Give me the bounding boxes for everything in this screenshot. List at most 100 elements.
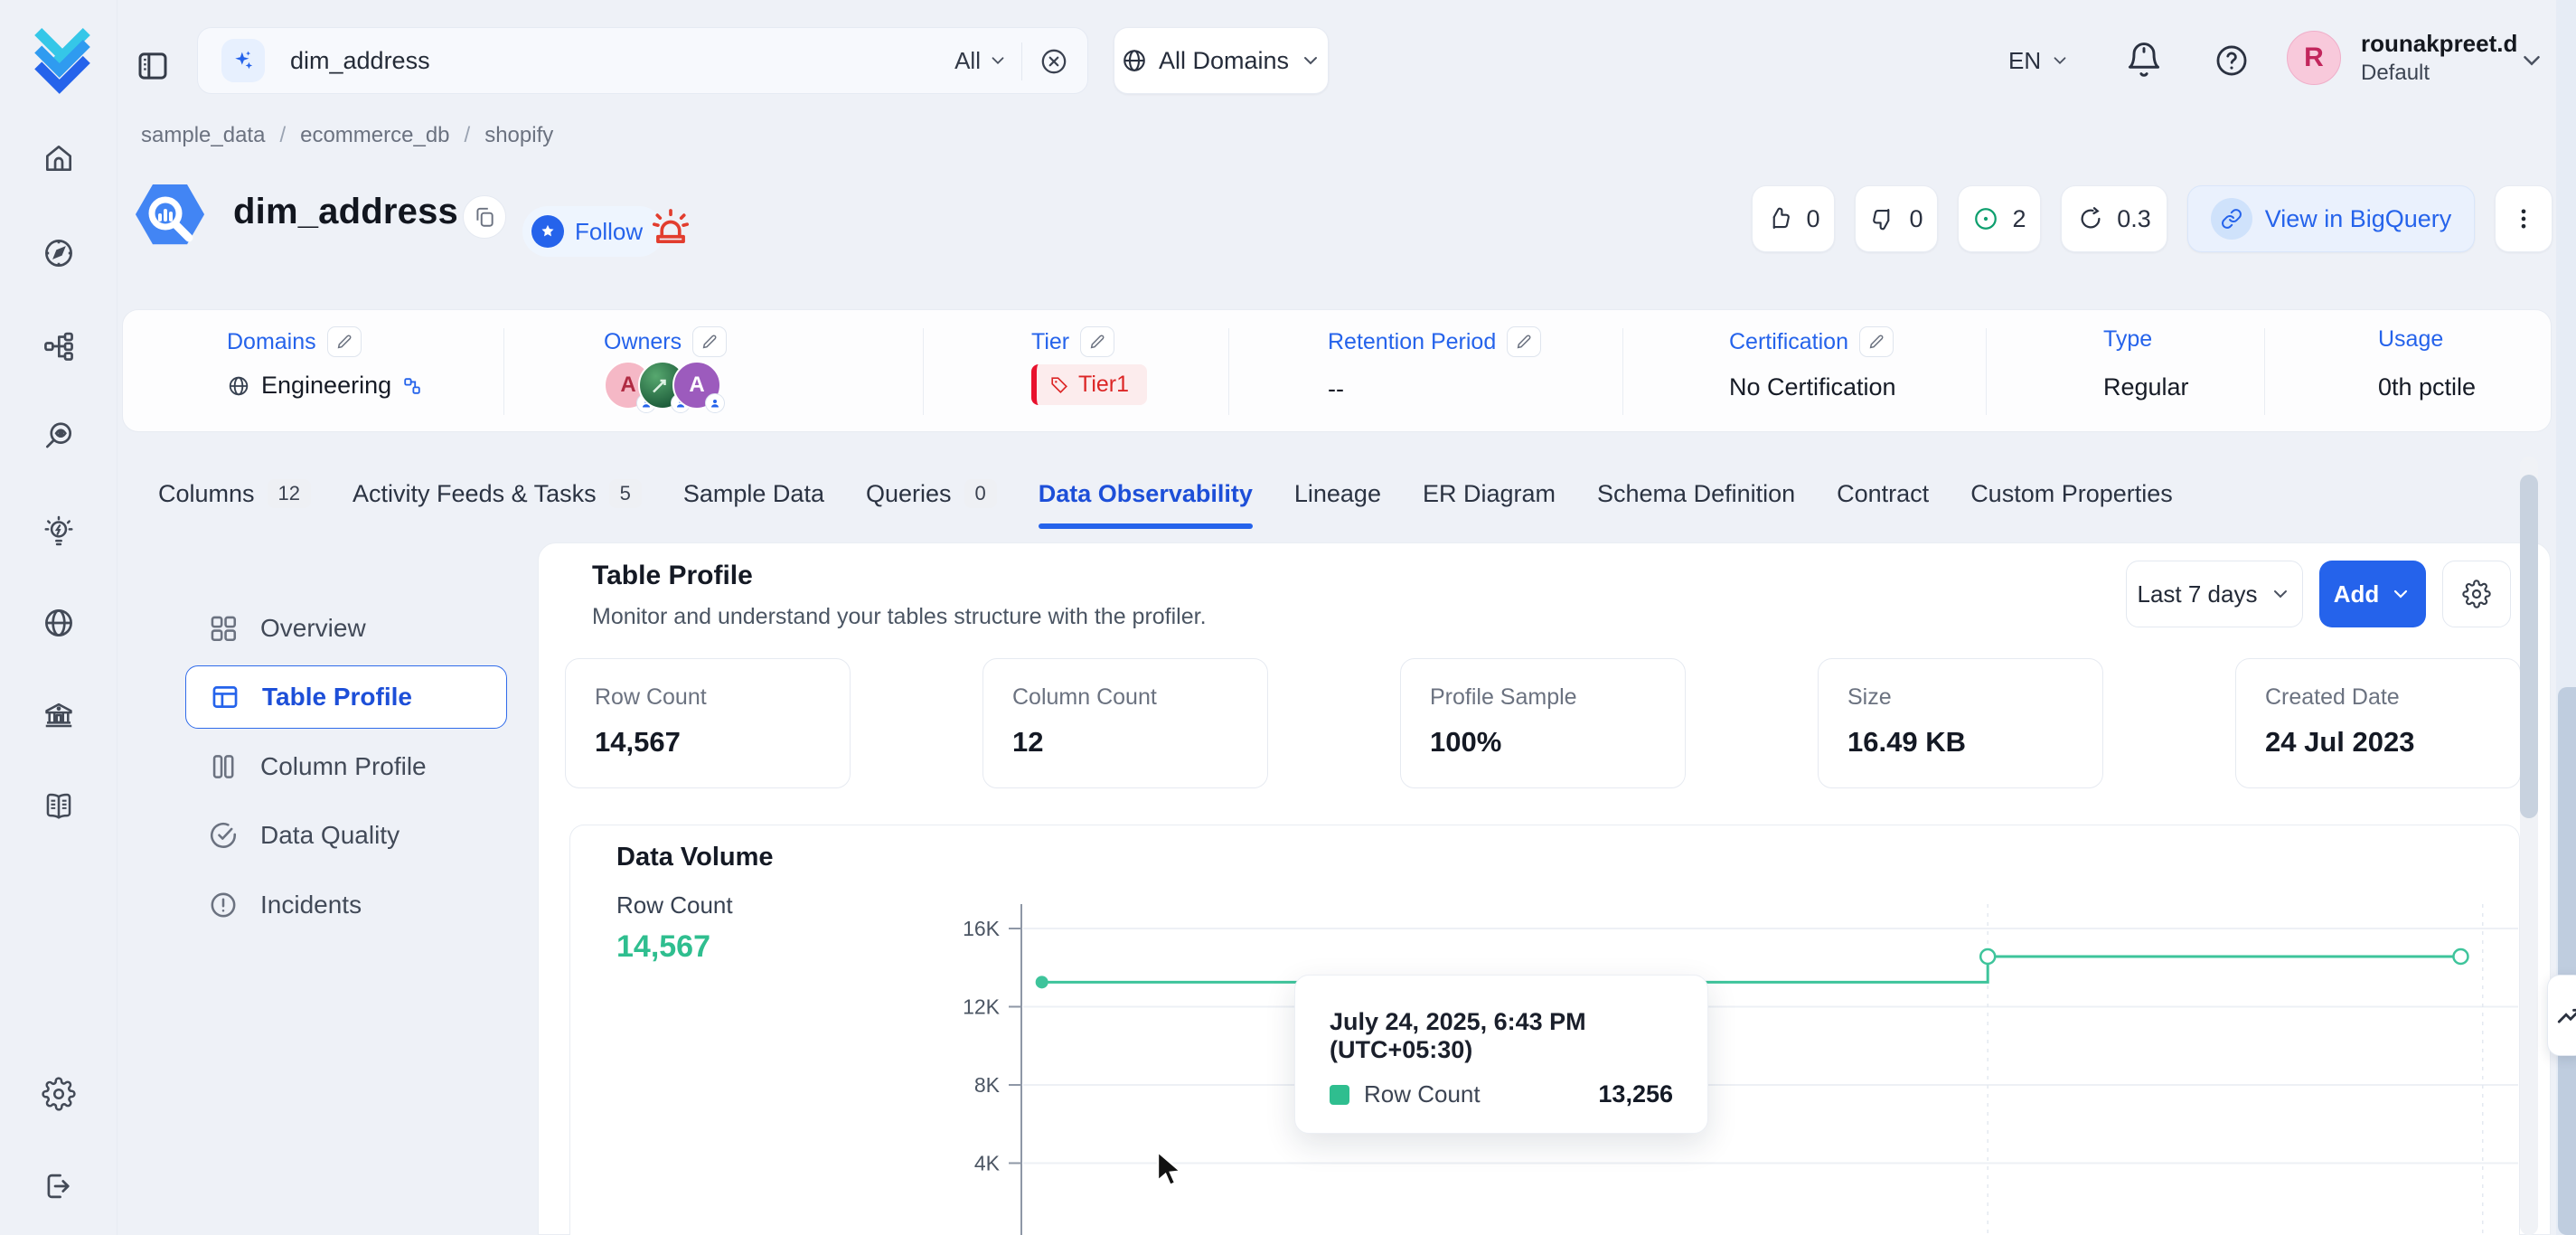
logout-icon[interactable] [39, 1166, 79, 1206]
tab-lineage[interactable]: Lineage [1294, 457, 1381, 531]
date-range-dropdown[interactable]: Last 7 days [2126, 561, 2303, 627]
clear-search-icon[interactable] [1039, 46, 1069, 77]
follow-button[interactable]: Follow [522, 206, 664, 257]
svg-text:16K: 16K [963, 917, 1001, 940]
bigquery-logo-icon [127, 174, 213, 260]
glossary-book-icon[interactable] [39, 787, 79, 826]
tab-schema-definition[interactable]: Schema Definition [1597, 457, 1795, 531]
chart-tooltip: July 24, 2025, 6:43 PM (UTC+05:30) Row C… [1294, 975, 1708, 1134]
insights-bulb-icon[interactable] [39, 511, 79, 551]
ai-sparkle-icon [221, 39, 265, 82]
settings-gear-icon[interactable] [39, 1074, 79, 1114]
upvote-button[interactable]: 0 [1752, 185, 1835, 252]
view-in-bigquery-button[interactable]: View in BigQuery [2187, 185, 2475, 252]
usage-value: 0th pctile [2378, 373, 2476, 401]
all-domains-button[interactable]: All Domains [1114, 27, 1329, 94]
profile-description: Monitor and understand your tables struc… [592, 604, 1207, 630]
alert-siren-icon[interactable] [647, 204, 694, 251]
edge-expand-button[interactable] [2547, 975, 2576, 1056]
divider [1228, 328, 1229, 415]
globe-icon[interactable] [39, 603, 79, 643]
add-button[interactable]: Add [2319, 561, 2426, 627]
watchers-button[interactable]: 2 [1958, 185, 2041, 252]
subnav-table-profile[interactable]: Table Profile [185, 665, 507, 729]
tooltip-series-label: Row Count [1364, 1080, 1481, 1108]
owner-avatar[interactable]: A [672, 361, 721, 410]
downvote-button[interactable]: 0 [1855, 185, 1938, 252]
chevron-down-icon [2390, 583, 2411, 605]
alert-circle-icon [208, 890, 239, 920]
language-selector[interactable]: EN [2008, 33, 2070, 89]
globe-icon [227, 374, 250, 398]
content-scrollbar-thumb[interactable] [2520, 475, 2538, 818]
tab-columns[interactable]: Columns12 [158, 457, 311, 531]
divider [2264, 328, 2265, 415]
subnav-column-profile[interactable]: Column Profile [208, 737, 427, 797]
edit-certification-icon[interactable] [1859, 326, 1894, 357]
tier-badge[interactable]: Tier1 [1031, 364, 1147, 405]
governance-bank-icon[interactable] [39, 695, 79, 735]
star-icon [531, 215, 564, 248]
global-search-bar[interactable]: dim_address All [197, 27, 1088, 94]
left-nav-rail [0, 0, 118, 1235]
edit-retention-icon[interactable] [1507, 326, 1541, 357]
atlan-logo[interactable] [27, 24, 98, 94]
tooltip-date: July 24, 2025, 6:43 PM (UTC+05:30) [1330, 1008, 1707, 1064]
search-scope-dropdown[interactable]: All [954, 47, 1008, 75]
tab-queries[interactable]: Queries0 [866, 457, 997, 531]
user-avatar[interactable]: R [2287, 31, 2341, 85]
tab-data-observability[interactable]: Data Observability [1039, 457, 1253, 531]
subnav-incidents[interactable]: Incidents [208, 875, 362, 935]
tag-icon [1049, 375, 1069, 395]
tier-label: Tier [1031, 326, 1114, 357]
compass-icon[interactable] [39, 233, 79, 273]
search-input[interactable]: dim_address [290, 47, 430, 75]
breadcrumb-item[interactable]: sample_data [141, 123, 265, 148]
target-icon [1972, 205, 1999, 232]
user-menu-chevron-icon[interactable] [2518, 47, 2545, 74]
profile-settings-button[interactable] [2442, 561, 2511, 627]
domains-value[interactable]: Engineering [227, 372, 422, 400]
tab-custom-properties[interactable]: Custom Properties [1970, 457, 2173, 531]
subnav-overview[interactable]: Overview [208, 599, 366, 658]
svg-text:12K: 12K [963, 995, 1001, 1019]
sidebar-toggle-icon[interactable] [134, 47, 172, 85]
breadcrumb-item[interactable]: ecommerce_db [300, 123, 449, 148]
home-icon[interactable] [39, 138, 79, 178]
breadcrumb-item[interactable]: shopify [484, 123, 553, 148]
window-scrollbar-thumb[interactable] [2558, 687, 2576, 1235]
thumbs-up-icon [1766, 205, 1793, 232]
breadcrumb: sample_data / ecommerce_db / shopify [141, 123, 553, 148]
divider [1986, 328, 1987, 415]
stat-card-row-count: Row Count 14,567 [565, 658, 851, 788]
gear-icon [2462, 580, 2491, 608]
divider [503, 328, 504, 415]
tab-er-diagram[interactable]: ER Diagram [1423, 457, 1556, 531]
tab-sample-data[interactable]: Sample Data [683, 457, 824, 531]
edit-tier-icon[interactable] [1080, 326, 1114, 357]
type-label: Type [2103, 326, 2152, 353]
more-menu-button[interactable] [2495, 185, 2552, 252]
notifications-bell-icon[interactable] [2124, 40, 2164, 80]
popularity-button[interactable]: 0.3 [2061, 185, 2167, 252]
discover-search-icon[interactable] [39, 417, 79, 457]
type-value: Regular [2103, 373, 2189, 401]
help-icon[interactable] [2213, 42, 2251, 80]
profile-title: Table Profile [592, 561, 753, 591]
copy-name-icon[interactable] [463, 195, 506, 239]
stat-card-profile-sample: Profile Sample 100% [1400, 658, 1686, 788]
link-icon [2211, 198, 2252, 240]
workflow-icon[interactable] [39, 326, 79, 366]
tab-activity-feeds[interactable]: Activity Feeds & Tasks5 [353, 457, 642, 531]
owners-avatars[interactable]: A A [604, 361, 748, 415]
retention-label: Retention Period [1328, 326, 1541, 357]
edit-owners-icon[interactable] [692, 326, 727, 357]
divider [923, 328, 924, 415]
domains-label: Domains [227, 326, 362, 357]
tab-contract[interactable]: Contract [1837, 457, 1929, 531]
chevron-down-icon [2050, 51, 2070, 71]
divider [1021, 42, 1022, 80]
subnav-data-quality[interactable]: Data Quality [208, 806, 400, 865]
user-workspace: Default [2361, 61, 2430, 86]
edit-domains-icon[interactable] [327, 326, 362, 357]
